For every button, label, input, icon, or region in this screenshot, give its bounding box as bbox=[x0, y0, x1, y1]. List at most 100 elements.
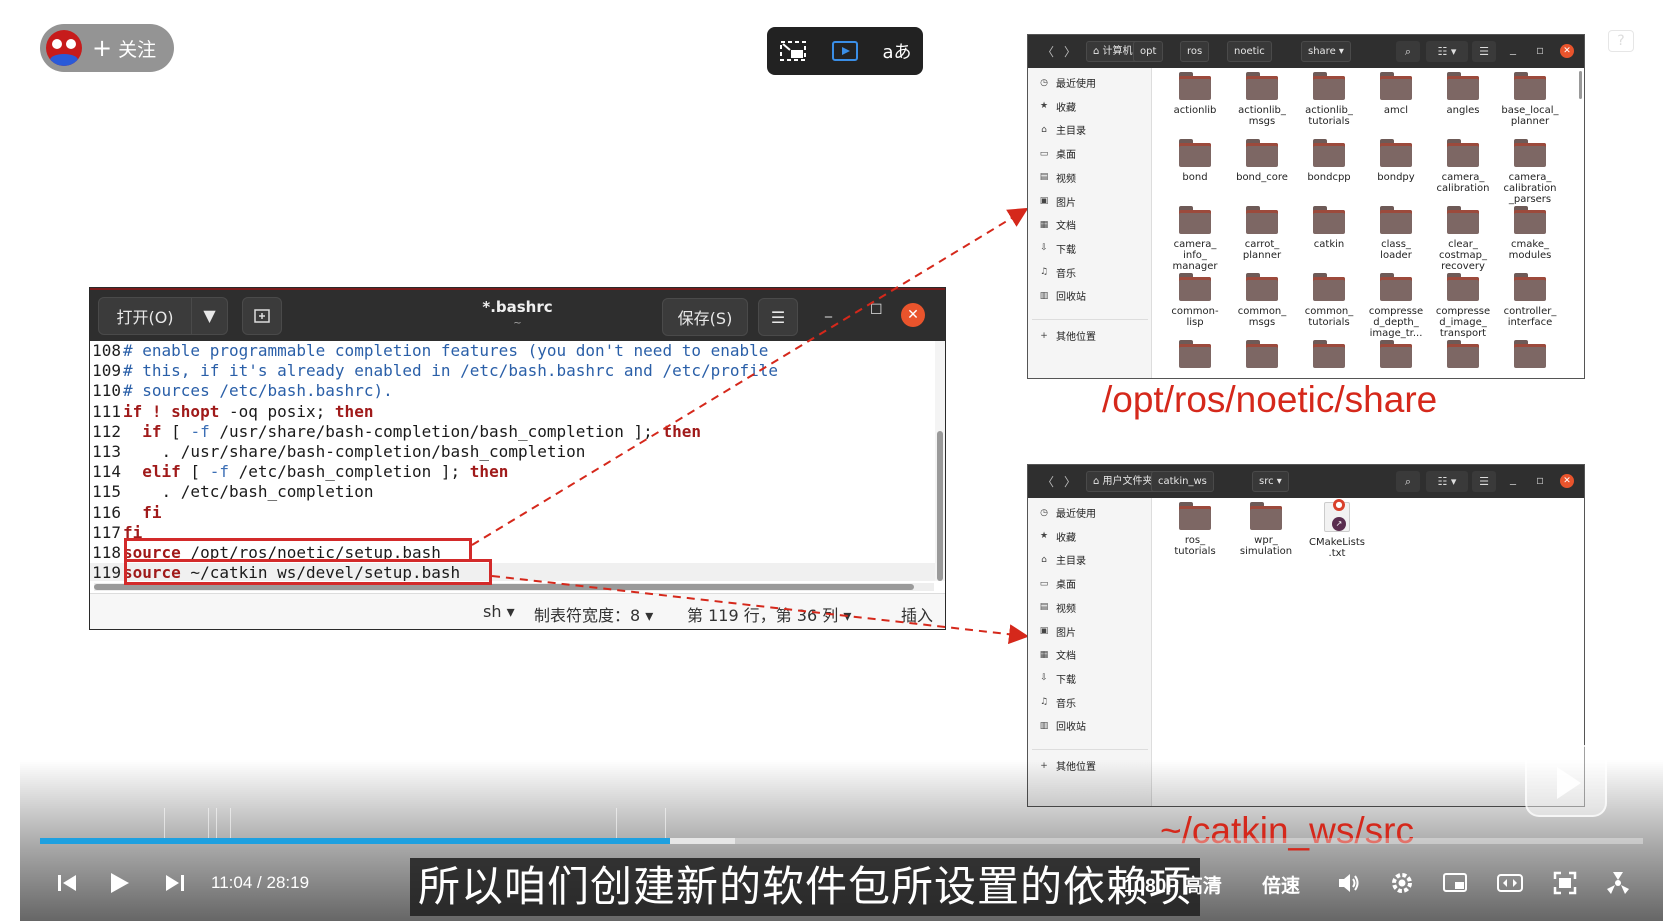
widescreen-icon[interactable] bbox=[1497, 870, 1523, 900]
sidebar-item[interactable]: ♫ 音乐 bbox=[1038, 265, 1076, 280]
maximize-icon[interactable]: ▫ bbox=[1536, 43, 1544, 57]
fullscreen-icon[interactable] bbox=[1552, 870, 1578, 900]
file-item[interactable]: ● ↗ CMakeLists .txt bbox=[1302, 499, 1372, 559]
minimize-icon[interactable]: _ bbox=[825, 302, 832, 318]
sidebar-item[interactable]: ♫ 音乐 bbox=[1038, 695, 1076, 710]
open-button[interactable]: 打开(O) bbox=[98, 296, 192, 335]
folder-item[interactable]: bondcpp bbox=[1294, 139, 1364, 183]
minimize-icon[interactable]: _ bbox=[1510, 471, 1516, 485]
sidebar-item[interactable]: + 其他位置 bbox=[1038, 328, 1096, 344]
sidebar-item[interactable]: ▣ 图片 bbox=[1038, 194, 1076, 209]
picture-in-picture-icon[interactable] bbox=[1442, 870, 1468, 900]
language-selector[interactable]: sh ▾ bbox=[483, 602, 515, 621]
folder-item[interactable]: camera_ calibration bbox=[1428, 139, 1498, 194]
folder-item[interactable] bbox=[1294, 340, 1364, 373]
maximize-icon[interactable]: ☐ bbox=[870, 302, 883, 318]
new-tab-button[interactable] bbox=[242, 296, 282, 335]
folder-item[interactable]: carrot_ planner bbox=[1227, 206, 1297, 261]
folder-item[interactable]: ros_ tutorials bbox=[1160, 502, 1230, 557]
quality-selector[interactable]: 1080P 高清 bbox=[1124, 871, 1222, 898]
settings-gear-icon[interactable] bbox=[1389, 870, 1415, 900]
play-screen-icon[interactable] bbox=[830, 38, 860, 64]
folder-item[interactable]: common_ msgs bbox=[1227, 273, 1297, 328]
follow-button[interactable]: + 关注 bbox=[40, 24, 174, 72]
folder-item[interactable]: catkin bbox=[1294, 206, 1364, 250]
folder-item[interactable] bbox=[1160, 340, 1230, 373]
folder-item[interactable]: compresse d_depth_ image_tr... bbox=[1361, 273, 1431, 339]
tab-width-selector[interactable]: 制表符宽度：8 ▾ bbox=[534, 602, 653, 626]
previous-icon[interactable] bbox=[54, 870, 80, 900]
sidebar-item[interactable]: ▤ 视频 bbox=[1038, 170, 1076, 185]
folder-item[interactable]: actionlib bbox=[1160, 72, 1230, 116]
view-list-icon[interactable]: ☷ ▾ bbox=[1426, 41, 1468, 62]
breadcrumb-1[interactable]: catkin_ws bbox=[1151, 471, 1214, 492]
menu-icon[interactable]: ☰ bbox=[1472, 41, 1496, 62]
minimize-window-icon[interactable] bbox=[778, 38, 808, 64]
open-dropdown-button[interactable]: ▼ bbox=[192, 296, 228, 335]
scrollbar[interactable] bbox=[1579, 71, 1582, 99]
folder-item[interactable]: common_ tutorials bbox=[1294, 273, 1364, 328]
cursor-position[interactable]: 第 119 行，第 36 列 ▾ bbox=[687, 602, 851, 626]
folder-item[interactable]: amcl bbox=[1361, 72, 1431, 116]
menu-icon[interactable]: ☰ bbox=[1472, 471, 1496, 492]
folder-item[interactable]: class_ loader bbox=[1361, 206, 1431, 261]
save-button[interactable]: 保存(S) bbox=[662, 298, 748, 336]
folder-item[interactable]: wpr_ simulation bbox=[1231, 502, 1301, 557]
breadcrumb-0[interactable]: ⌂ 计算机 bbox=[1086, 41, 1140, 62]
search-icon[interactable]: ⌕ bbox=[1396, 471, 1420, 492]
folder-item[interactable]: camera_ calibration _parsers bbox=[1495, 139, 1565, 205]
folder-item[interactable]: compresse d_image_ transport bbox=[1428, 273, 1498, 339]
sidebar-item[interactable]: ▦ 文档 bbox=[1038, 217, 1076, 233]
folder-item[interactable]: clear_ costmap_ recovery bbox=[1428, 206, 1498, 272]
translate-icon[interactable]: aあ bbox=[882, 38, 912, 64]
sidebar-item[interactable]: ▭ 桌面 bbox=[1038, 146, 1076, 162]
fan-icon[interactable] bbox=[1605, 870, 1631, 900]
close-icon[interactable]: ✕ bbox=[901, 303, 925, 327]
sidebar-item[interactable]: ★ 收藏 bbox=[1038, 529, 1076, 544]
close-icon[interactable]: ✕ bbox=[1560, 474, 1574, 488]
folder-item[interactable]: common-lisp bbox=[1160, 273, 1230, 328]
folder-item[interactable]: base_local_ planner bbox=[1495, 72, 1565, 127]
sidebar-item[interactable]: ▦ 文档 bbox=[1038, 647, 1076, 663]
folder-item[interactable]: angles bbox=[1428, 72, 1498, 116]
folder-item[interactable] bbox=[1361, 340, 1431, 373]
folder-item[interactable]: controller_ interface bbox=[1495, 273, 1565, 328]
back-icon[interactable]: 〈 bbox=[1042, 43, 1054, 60]
hamburger-menu-icon[interactable]: ☰ bbox=[758, 298, 798, 336]
scrollbar-thumb[interactable] bbox=[937, 431, 943, 581]
help-icon[interactable]: ? bbox=[1608, 30, 1634, 52]
vertical-scrollbar[interactable] bbox=[935, 341, 945, 581]
volume-icon[interactable] bbox=[1336, 870, 1362, 900]
sidebar-item[interactable]: ⌂ 主目录 bbox=[1038, 552, 1086, 568]
maximize-icon[interactable]: ▫ bbox=[1536, 473, 1544, 487]
sidebar-item[interactable]: ▤ 视频 bbox=[1038, 600, 1076, 615]
close-icon[interactable]: ✕ bbox=[1560, 44, 1574, 58]
sidebar-item[interactable]: ◷ 最近使用 bbox=[1038, 75, 1096, 91]
folder-item[interactable] bbox=[1428, 340, 1498, 373]
breadcrumb-3[interactable]: noetic bbox=[1227, 41, 1272, 62]
folder-item[interactable]: actionlib_ tutorials bbox=[1294, 72, 1364, 127]
sidebar-item[interactable]: ⇩ 下载 bbox=[1038, 241, 1076, 256]
forward-icon[interactable]: 〉 bbox=[1064, 43, 1076, 60]
folder-item[interactable]: bondpy bbox=[1361, 139, 1431, 183]
breadcrumb-2[interactable]: ros bbox=[1180, 41, 1210, 62]
breadcrumb-2[interactable]: src ▾ bbox=[1252, 471, 1289, 492]
play-icon[interactable] bbox=[106, 870, 132, 900]
sidebar-item[interactable]: ▣ 图片 bbox=[1038, 624, 1076, 639]
view-list-icon[interactable]: ☷ ▾ bbox=[1426, 471, 1468, 492]
folder-item[interactable]: camera_ info_ manager bbox=[1160, 206, 1230, 272]
progress-bar[interactable] bbox=[40, 838, 1643, 844]
forward-icon[interactable]: 〉 bbox=[1064, 473, 1076, 490]
sidebar-item[interactable]: ★ 收藏 bbox=[1038, 99, 1076, 114]
back-icon[interactable]: 〈 bbox=[1042, 473, 1054, 490]
sidebar-item[interactable]: ▥ 回收站 bbox=[1038, 718, 1086, 734]
search-icon[interactable]: ⌕ bbox=[1396, 41, 1420, 62]
minimize-icon[interactable]: _ bbox=[1510, 41, 1516, 55]
folder-item[interactable]: bond bbox=[1160, 139, 1230, 183]
sidebar-item[interactable]: ▥ 回收站 bbox=[1038, 288, 1086, 304]
folder-item[interactable] bbox=[1495, 340, 1565, 373]
sidebar-item[interactable]: ▭ 桌面 bbox=[1038, 576, 1076, 592]
sidebar-item[interactable]: ⌂ 主目录 bbox=[1038, 122, 1086, 138]
folder-item[interactable]: actionlib_ msgs bbox=[1227, 72, 1297, 127]
breadcrumb-1[interactable]: opt bbox=[1133, 41, 1164, 62]
